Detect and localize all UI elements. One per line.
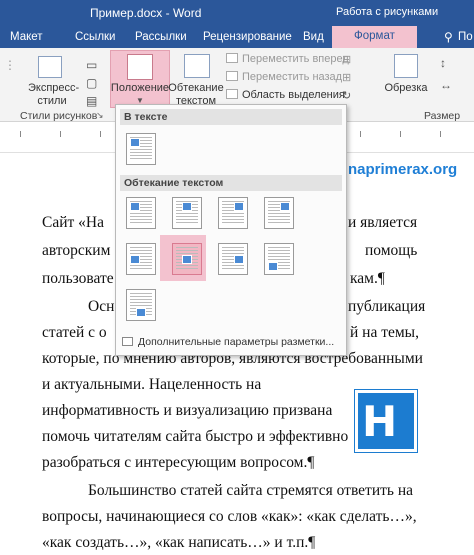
bring-forward-button[interactable]: Переместить вперед [226,53,349,65]
group-label-size: Размер [424,110,461,122]
express-styles-icon[interactable] [38,56,62,78]
dialog-launcher-icon[interactable]: ↘ [96,110,104,121]
doc-line: Сайт «На [42,214,104,231]
send-backward-icon [226,71,238,81]
title-bar: Пример.docx - Word Работа с рисунками [0,0,474,26]
crop-button[interactable]: Обрезка [384,82,428,95]
styles-scroll-icon[interactable]: ⋮ [4,58,16,72]
wrap-text-icon[interactable] [184,54,210,78]
selection-pane-button[interactable]: Область выделения [226,89,345,101]
crop-icon[interactable] [394,54,418,78]
bring-forward-icon [226,53,238,63]
doc-line-fragment: публикация [348,298,426,315]
selection-pane-icon [226,89,238,99]
lightbulb-icon[interactable]: ⚲ [444,30,453,44]
position-top-left-option[interactable] [126,197,156,229]
tab-mailings[interactable]: Рассылки [135,29,187,47]
section-inline: В тексте [120,109,342,125]
position-top-right-option[interactable] [218,197,248,229]
doc-line-fragment: помощь [365,242,418,259]
doc-line: информативность и визуализацию призвана [42,402,333,419]
position-label: Положение [110,82,170,94]
position-bottom-left-option[interactable] [264,243,294,275]
context-tab-title: Работа с рисунками [336,6,439,18]
doc-line: авторским [42,242,111,259]
doc-line: помочь читателям сайта быстро и эффектив… [42,428,349,445]
width-icon[interactable]: ↔ [440,78,452,92]
doc-line-fragment: и является [348,214,418,231]
tab-format[interactable]: Формат [332,26,417,48]
doc-line-fragment: кам.¶ [350,270,385,287]
layout-options-icon [122,337,133,346]
doc-line: вопросы, начинающиеся со слов «как»: «ка… [42,508,417,525]
position-icon [127,54,153,80]
doc-line: «как создать…», «как написать…» и т.п.¶ [42,534,316,551]
more-layout-options[interactable]: Дополнительные параметры разметки... [120,333,342,351]
position-middle-left-option[interactable] [126,243,156,275]
doc-line: Осн [88,298,115,315]
selection-pane-label: Область выделения [242,89,345,101]
more-layout-options-label: Дополнительные параметры разметки... [138,336,335,348]
send-backward-label: Переместить назад [242,71,343,83]
doc-line: Большинство статей сайта стремятся ответ… [88,482,414,499]
picture-layout-icon[interactable]: ▤ [86,94,97,108]
picture-effects-icon[interactable]: ▢ [86,76,97,90]
tab-review[interactable]: Рецензирование [203,29,292,47]
rotate-icon[interactable]: ↻ [342,89,351,102]
send-backward-button[interactable]: Переместить назад [226,71,342,83]
doc-line: пользовате [42,270,114,287]
position-middle-center-option[interactable] [172,243,202,275]
align-icon[interactable]: ⊟ [342,53,351,66]
site-logo-image[interactable]: H [354,389,418,453]
tab-references[interactable]: Ссылки [75,29,116,47]
doc-line: статей с о [42,324,107,341]
height-icon[interactable]: ↕ [440,56,446,70]
tab-view[interactable]: Вид [303,29,324,47]
logo-letter: H [362,397,397,446]
doc-line-fragment: й на темы, [350,324,419,341]
site-watermark: naprimerax.org [348,161,458,178]
position-inline-option[interactable] [126,133,156,165]
position-bottom-center-option[interactable] [126,289,156,321]
tab-layout[interactable]: Макет [10,29,43,47]
position-top-right-alt-option[interactable] [264,197,294,229]
position-middle-right-option[interactable] [218,243,248,275]
bring-forward-label: Переместить вперед [242,53,349,65]
picture-border-icon[interactable]: ▭ [86,58,97,72]
section-wrap: Обтекание текстом [120,175,342,191]
express-styles-button[interactable]: Экспресс-стили [28,82,79,108]
doc-line: и актуальными. Нацеленность на [42,376,262,393]
group-icon[interactable]: ⊞ [342,71,351,84]
doc-line: разобраться с интересующим вопросом.¶ [42,454,315,471]
group-label-styles: Стили рисунков [20,110,98,122]
position-top-center-option[interactable] [172,197,202,229]
window-title: Пример.docx - Word [90,6,202,20]
position-dropdown: В тексте Обтекание текстом Дополнительны… [115,104,347,356]
tab-help-search[interactable]: По [458,29,473,47]
